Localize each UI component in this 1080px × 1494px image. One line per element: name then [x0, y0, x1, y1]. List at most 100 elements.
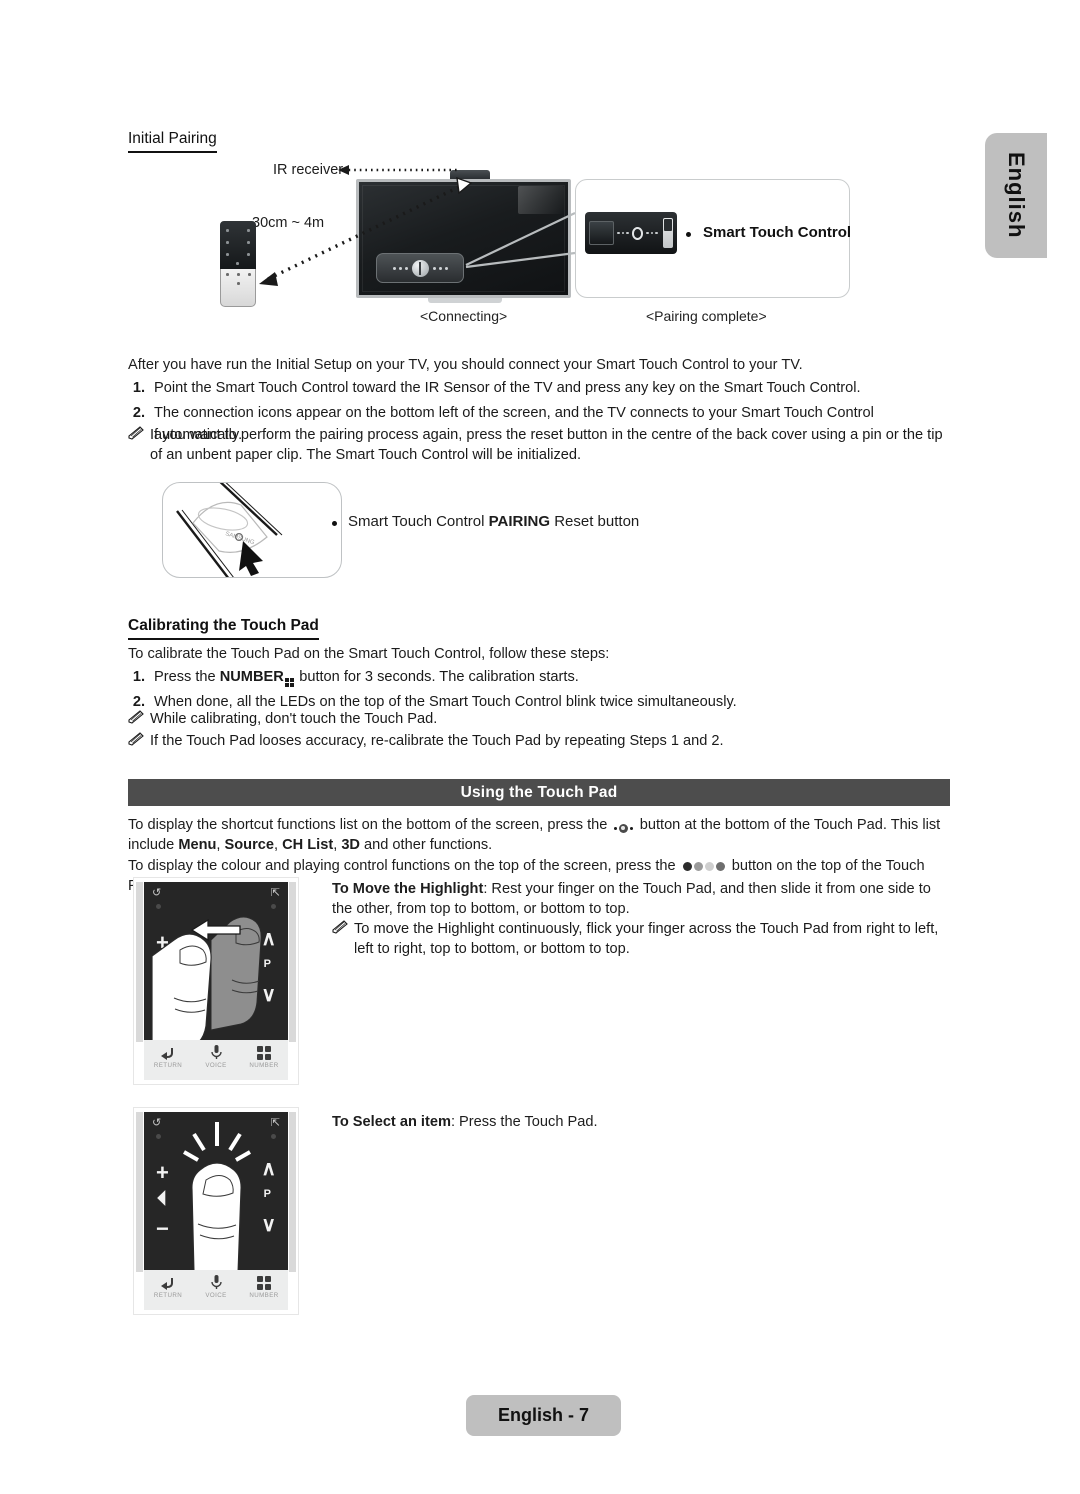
step-text: Press the NUMBER button for 3 seconds. T…	[154, 666, 948, 688]
return-button[interactable]: RETURN	[144, 1274, 192, 1299]
voice-icon	[210, 1274, 222, 1291]
distance-label: 30cm ~ 4m	[252, 215, 325, 231]
connecting-dots-left	[392, 266, 408, 270]
language-tab: English	[985, 133, 1047, 258]
initial-pairing-figure: IR receiver 30cm ~ 4m Smart Touch Contro…	[128, 155, 978, 330]
initial-pairing-note: If you want to perform the pairing proce…	[128, 425, 950, 465]
touchpad-paragraph-1: To display the shortcut functions list o…	[128, 815, 950, 855]
reset-label-prefix: Smart Touch Control	[348, 513, 489, 530]
pencil-note-icon	[128, 709, 150, 729]
remote-bottom-panel	[220, 269, 256, 307]
step-number: 1.	[132, 669, 145, 685]
finger-slide-illustration	[151, 916, 262, 1042]
manual-page: English Initial Pairing IR receiver 30cm…	[0, 0, 1080, 1494]
callout-dots-left	[617, 231, 629, 235]
initial-pairing-heading: Initial Pairing	[128, 130, 217, 153]
connecting-badge	[376, 253, 464, 283]
using-touch-pad-banner: Using the Touch Pad	[128, 779, 950, 806]
number-icon	[257, 1044, 271, 1061]
return-button[interactable]: RETURN	[144, 1044, 192, 1069]
calibrating-heading: Calibrating the Touch Pad	[128, 617, 319, 640]
step1-bold: NUMBER	[219, 669, 284, 685]
callout-circle-icon	[631, 226, 644, 240]
return-label: RETURN	[153, 1292, 183, 1299]
colour-buttons-icon	[682, 862, 725, 871]
step-number: 1.	[132, 380, 145, 396]
voice-label: VOICE	[205, 1292, 227, 1299]
select-item-bold: To Select an item	[332, 1114, 451, 1130]
p1-c: ,	[216, 837, 225, 853]
calibrating-note-2: If the Touch Pad looses accuracy, re-cal…	[128, 731, 950, 751]
pencil-note-icon	[128, 425, 150, 465]
reset-label-bullet	[332, 521, 337, 526]
calibrating-intro: To calibrate the Touch Pad on the Smart …	[128, 646, 610, 662]
voice-button[interactable]: VOICE	[192, 1044, 240, 1069]
number-button[interactable]: NUMBER	[240, 1044, 288, 1069]
ir-receiver-label: IR receiver	[273, 162, 344, 178]
return-icon	[160, 1044, 176, 1061]
tv-stand	[428, 298, 502, 303]
note-text: If you want to perform the pairing proce…	[150, 427, 943, 463]
bluetooth-icon	[411, 259, 429, 277]
pad-side-left	[136, 1112, 143, 1272]
voice-icon	[210, 1044, 222, 1061]
pairing-reset-figure: SAMSUNG	[162, 482, 342, 578]
touchpad-figure-slide: ↺ ⇱ + ⏴ − ∧ P ∨	[133, 877, 299, 1085]
move-highlight-note: To move the Highlight continuously, flic…	[332, 919, 952, 959]
return-label: RETURN	[153, 1062, 183, 1069]
finger-tap-illustration	[183, 1122, 251, 1272]
p1-bold-chlist: CH List	[282, 837, 334, 853]
pad-surface: ↺ ⇱ + ⏴ − ∧ P ∨	[144, 1112, 288, 1272]
number-label: NUMBER	[249, 1292, 279, 1299]
pencil-note-icon	[332, 919, 354, 959]
step1-prefix: Press the	[154, 669, 220, 685]
callout-bullet	[686, 232, 691, 237]
pad-button-row: RETURN VOICE NUMBER	[144, 1270, 288, 1310]
voice-label: VOICE	[205, 1062, 227, 1069]
p1-a: To display the shortcut functions list o…	[128, 817, 612, 833]
pairing-reset-label: Smart Touch Control PAIRING Reset button	[348, 513, 639, 530]
number-icon	[257, 1274, 271, 1291]
voice-button[interactable]: VOICE	[192, 1274, 240, 1299]
number-icon	[284, 678, 295, 688]
p1-bold-source: Source	[224, 837, 275, 853]
reset-label-bold: PAIRING	[488, 513, 551, 530]
remote-illustration	[220, 221, 256, 307]
p2-a: To display the colour and playing contro…	[128, 858, 680, 874]
pencil-note-icon	[128, 731, 150, 751]
pad-surface: ↺ ⇱ + ⏴ − ∧ P ∨	[144, 882, 288, 1042]
pad-button-row: RETURN VOICE NUMBER	[144, 1040, 288, 1080]
return-icon	[160, 1274, 176, 1291]
calibrating-note-1: While calibrating, don't touch the Touch…	[128, 709, 950, 729]
connecting-dots-right	[432, 266, 448, 270]
p1-d: ,	[274, 837, 283, 853]
page-footer: English - 7	[466, 1395, 621, 1436]
callout-screen-icon	[589, 221, 615, 245]
tv-screen-sheen	[518, 186, 564, 214]
step-text: Point the Smart Touch Control toward the…	[154, 380, 861, 396]
note-text: If the Touch Pad looses accuracy, re-cal…	[150, 733, 724, 749]
number-button[interactable]: NUMBER	[240, 1274, 288, 1299]
shortcut-more-icon	[614, 824, 633, 833]
select-item-body: : Press the Touch Pad.	[450, 1114, 598, 1130]
reset-label-suffix: Reset button	[550, 513, 640, 530]
number-label: NUMBER	[249, 1062, 279, 1069]
pad-side-right	[289, 882, 296, 1042]
step1-suffix: button for 3 seconds. The calibration st…	[295, 669, 579, 685]
pad-side-right	[289, 1112, 296, 1272]
callout-dots-right	[646, 231, 658, 235]
callout-remote-icon	[662, 218, 673, 248]
move-highlight-text: To Move the Highlight: Rest your finger …	[332, 879, 952, 919]
remote-top-panel	[220, 221, 256, 269]
reset-button-illustration: SAMSUNG	[176, 483, 283, 577]
callout-label: Smart Touch Control	[703, 224, 852, 241]
p1-bold-menu: Menu	[178, 837, 217, 853]
pad-side-left	[136, 882, 143, 1042]
page-number-label: English - 7	[497, 1405, 589, 1425]
note-text: To move the Highlight continuously, flic…	[354, 921, 939, 957]
step-item: 1. Press the NUMBER button for 3 seconds…	[128, 666, 948, 688]
p1-bold-3d: 3D	[341, 837, 360, 853]
touchpad-figure-tap: ↺ ⇱ + ⏴ − ∧ P ∨ RETURN VOICE NUMBER	[133, 1107, 299, 1315]
initial-pairing-intro: After you have run the Initial Setup on …	[128, 357, 803, 373]
language-tab-label: English	[1004, 152, 1029, 239]
